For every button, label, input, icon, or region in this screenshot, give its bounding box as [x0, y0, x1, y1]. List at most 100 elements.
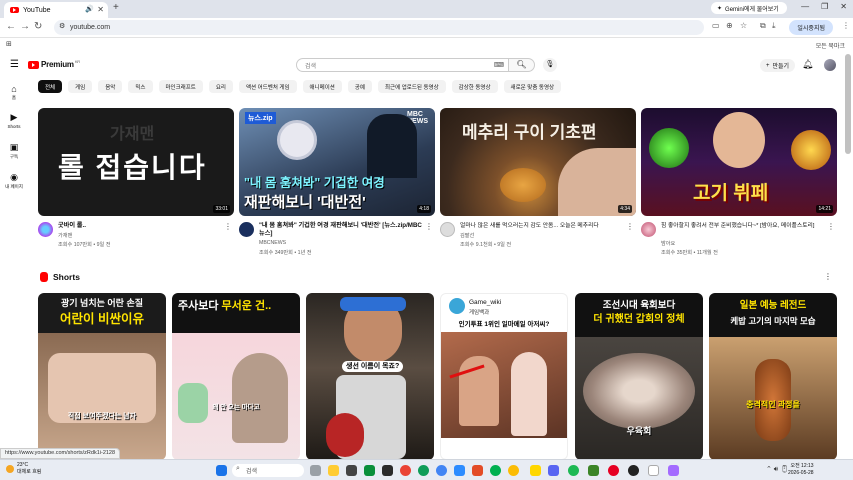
short-card[interactable]: 일본 예능 레전드 케밥 고기의 마지막 모습 충격적인 과정을 — [709, 293, 837, 460]
chip-mix[interactable]: 믹스 — [128, 80, 153, 93]
app-icon[interactable] — [568, 465, 579, 476]
chip-new-for-you[interactable]: 새로운 맞춤 동영상 — [503, 80, 562, 93]
short-card[interactable]: 광기 넘치는 어란 손질 어란이 비싼이유 직접 보여주겠다는 남자 — [38, 293, 166, 460]
app-icon[interactable] — [472, 465, 483, 476]
video-title[interactable]: 굿바이 롤.. — [58, 222, 226, 230]
more-options-icon[interactable]: ⋮ — [224, 222, 232, 231]
app-icon[interactable] — [648, 465, 659, 476]
notifications-bell-icon[interactable]: 🔔︎ — [802, 59, 813, 70]
app-icon[interactable] — [628, 465, 639, 476]
terminal-icon[interactable] — [382, 465, 393, 476]
app-icon[interactable] — [608, 465, 619, 476]
maximize-icon[interactable]: ❐ — [821, 2, 828, 11]
hamburger-menu-icon[interactable]: ☰ — [10, 59, 19, 70]
voice-search-button[interactable]: 🎙︎ — [543, 58, 557, 72]
avatar[interactable] — [824, 59, 836, 71]
channel-avatar[interactable] — [641, 222, 656, 237]
profile-paused-button[interactable]: 일시중지됨 — [789, 20, 833, 35]
chip-all[interactable]: 전체 — [38, 80, 63, 93]
apps-icon[interactable]: ⊞ — [6, 40, 12, 48]
short-card[interactable]: 주사보다 무서운 건.. 왜 안 오는 마다고 — [172, 293, 300, 460]
short-card[interactable]: Game_wiki 게임백과 인기투표 1위인 일마메일 아저씨? — [440, 293, 568, 460]
browser-tab[interactable]: YouTube 🔊 ✕ — [4, 2, 108, 18]
video-thumbnail[interactable]: 뉴스.zip MBC NEWS "내 몸 훔쳐봐" 기겁한 여경 재판해보니 '… — [239, 108, 435, 216]
close-window-icon[interactable]: ✕ — [840, 2, 847, 11]
chip-animation[interactable]: 애니메이션 — [302, 80, 342, 93]
taskview-icon[interactable] — [310, 465, 321, 476]
keyboard-icon[interactable]: ⌨ — [494, 61, 504, 69]
more-options-icon[interactable]: ⋮ — [626, 222, 634, 231]
close-tab-icon[interactable]: ✕ — [97, 5, 104, 14]
menu-icon[interactable]: ⋮ — [842, 21, 850, 30]
chip-minecraft[interactable]: 마인크래프트 — [158, 80, 203, 93]
zoom-icon[interactable]: ⊕ — [726, 21, 733, 30]
file-explorer-icon[interactable] — [328, 465, 339, 476]
chip-watched[interactable]: 감상한 동영상 — [451, 80, 498, 93]
youtube-logo[interactable]: Premium KR — [28, 59, 80, 69]
extensions-icon[interactable]: ⧉ — [760, 21, 766, 31]
reload-icon[interactable]: ↻ — [34, 21, 42, 32]
kakaotalk-icon[interactable] — [530, 465, 541, 476]
gemini-button[interactable]: ✦ Gemini에게 물어보기 — [711, 2, 787, 14]
short-card[interactable]: 생선 이름이 목죠? — [306, 293, 434, 460]
taskbar-clock[interactable]: 오전 12:13 2026-05-28 — [788, 463, 814, 477]
create-button[interactable]: + 만들기 — [760, 59, 796, 72]
rail-item-subscriptions[interactable]: ▣ 구독 — [0, 142, 28, 160]
chip-cooking[interactable]: 요리 — [208, 80, 233, 93]
minecraft-icon[interactable] — [588, 465, 599, 476]
chrome-icon[interactable] — [400, 465, 411, 476]
site-info-icon[interactable]: ⚙ — [59, 22, 65, 30]
short-card[interactable]: 조선시대 육회보다 더 귀했던 갑회의 정체 우육회 — [575, 293, 703, 460]
cast-icon[interactable]: ▭ — [712, 21, 720, 30]
search-input[interactable]: 검색 ⌨ — [296, 58, 509, 72]
video-card[interactable]: 고기 뷔페 14:21 힘 좋아할지 좋려서 전부 준비했습니다~* [밤아요,… — [641, 108, 837, 256]
new-tab-button[interactable]: + — [113, 2, 119, 13]
download-icon[interactable]: ⤓ — [772, 21, 776, 31]
start-icon[interactable] — [216, 465, 227, 476]
video-card[interactable]: 가재맨 롤 접습니다 33:01 굿바이 롤.. 가재맨 조회수 107만회 •… — [38, 108, 234, 248]
chip-recently-uploaded[interactable]: 최근에 업로드된 동영상 — [377, 80, 446, 93]
chrome-icon[interactable] — [418, 465, 429, 476]
system-tray[interactable]: ⌃ 🔊︎ 🔋︎ — [766, 465, 789, 474]
video-thumbnail[interactable]: 고기 뷔페 14:21 — [641, 108, 837, 216]
forward-icon[interactable]: → — [20, 21, 30, 32]
page-scrollbar[interactable] — [845, 54, 851, 154]
video-card[interactable]: 메추리 구이 기초편 4:34 얼마나 많은 새를 먹으러는지 감도 안옴...… — [440, 108, 636, 248]
app-icon[interactable] — [490, 465, 501, 476]
channel-avatar[interactable] — [38, 222, 53, 237]
weather-widget[interactable]: 23°C 대체로 흐림 — [6, 462, 41, 476]
discord-icon[interactable] — [548, 465, 559, 476]
chip-music[interactable]: 음악 — [98, 80, 123, 93]
all-bookmarks-link[interactable]: 모든 북마크 — [816, 41, 845, 50]
app-icon[interactable] — [668, 465, 679, 476]
video-card[interactable]: 뉴스.zip MBC NEWS "내 몸 훔쳐봐" 기겁한 여경 재판해보니 '… — [239, 108, 435, 256]
video-channel[interactable]: 김팔선 — [460, 232, 474, 239]
bookmark-star-icon[interactable]: ☆ — [740, 21, 747, 30]
video-channel[interactable]: 가재맨 — [58, 232, 72, 239]
more-options-icon[interactable]: ⋮ — [824, 272, 832, 281]
back-icon[interactable]: ← — [6, 21, 16, 32]
more-options-icon[interactable]: ⋮ — [425, 222, 433, 231]
app-icon[interactable] — [364, 465, 375, 476]
minimize-icon[interactable]: — — [801, 2, 809, 11]
rail-item-shorts[interactable]: ▶ Shorts — [0, 112, 28, 129]
channel-avatar[interactable] — [239, 222, 254, 237]
video-channel[interactable]: MBCNEWS — [259, 240, 286, 246]
chrome-icon[interactable] — [508, 465, 519, 476]
video-title[interactable]: "내 몸 훔쳐봐" 기겁한 여경 재판해보니 '대반전' [뉴스.zip/MBC… — [259, 222, 427, 238]
video-channel[interactable]: 밤아요 — [661, 240, 675, 247]
address-bar[interactable]: ⚙ youtube.com — [54, 20, 704, 35]
chip-crafts[interactable]: 공예 — [347, 80, 372, 93]
taskbar-search[interactable]: ⌕ 검색 — [232, 464, 304, 477]
rail-item-you[interactable]: ◉ 내 페이지 — [0, 172, 28, 190]
video-title[interactable]: 얼마나 많은 새를 먹으러는지 감도 안옴... 오늘은 메추리다 — [460, 222, 628, 230]
chip-games[interactable]: 게임 — [68, 80, 93, 93]
rail-item-home[interactable]: ⌂ 홈 — [0, 84, 28, 101]
video-title[interactable]: 힘 좋아할지 좋려서 전부 준비했습니다~* [밤아요, 메이플스토리] — [661, 222, 829, 230]
search-button[interactable]: 🔍︎ — [508, 58, 535, 72]
channel-avatar[interactable] — [440, 222, 455, 237]
speaker-icon[interactable]: 🔊 — [85, 5, 94, 13]
app-icon[interactable] — [454, 465, 465, 476]
video-thumbnail[interactable]: 가재맨 롤 접습니다 33:01 — [38, 108, 234, 216]
more-options-icon[interactable]: ⋮ — [827, 222, 835, 231]
